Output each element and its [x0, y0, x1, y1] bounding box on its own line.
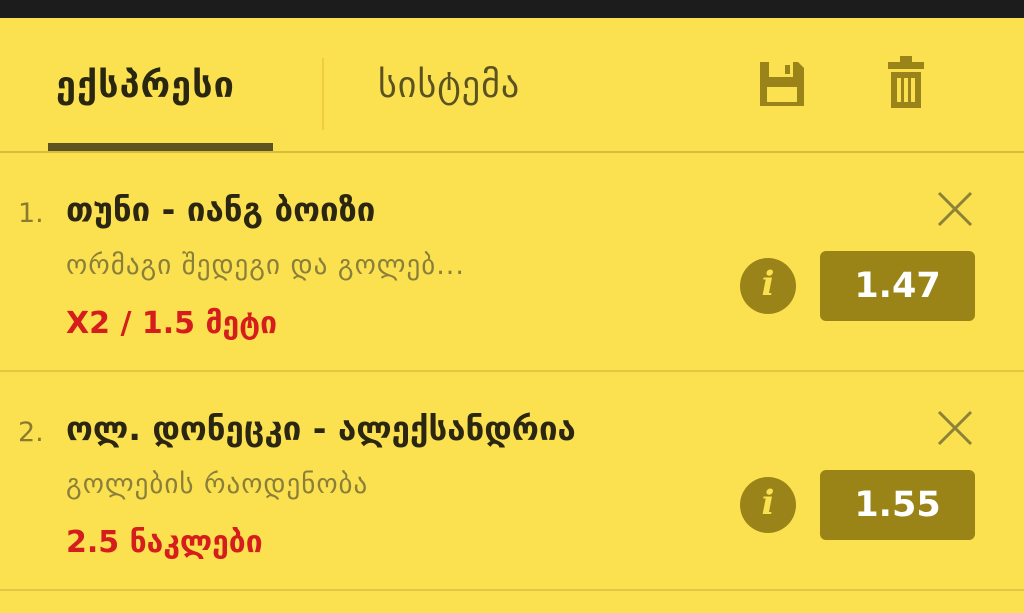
header-divider	[0, 151, 1024, 153]
odds-button[interactable]: 1.55	[820, 470, 975, 540]
trash-icon[interactable]	[888, 56, 924, 108]
bet-item: 2. ოლ. დონეცკი - ალექსანდრია გოლების რაო…	[0, 373, 1024, 591]
save-icon[interactable]	[758, 60, 806, 108]
close-icon[interactable]	[934, 407, 976, 449]
info-glyph: i	[761, 264, 775, 304]
odds-button[interactable]: 1.47	[820, 251, 975, 321]
info-icon[interactable]: i	[740, 477, 796, 533]
close-icon[interactable]	[934, 188, 976, 230]
item-divider	[0, 370, 1024, 372]
info-icon[interactable]: i	[740, 258, 796, 314]
match-name: თუნი - იანგ ბოიზი	[66, 190, 376, 229]
tab-divider	[322, 58, 324, 130]
market-name: გოლების რაოდენობა	[66, 469, 369, 500]
betslip-header: ექსპრესი სისტემა	[0, 18, 1024, 153]
info-glyph: i	[761, 483, 775, 523]
selection-name: 2.5 ნაკლები	[66, 525, 263, 560]
selection-name: X2 / 1.5 მეტი	[66, 306, 278, 341]
match-name: ოლ. დონეცკი - ალექსანდრია	[66, 409, 576, 448]
bet-item: 1. თუნი - იანგ ბოიზი ორმაგი შედეგი და გო…	[0, 154, 1024, 372]
status-bar	[0, 0, 1024, 18]
market-name: ორმაგი შედეგი და გოლებ...	[66, 250, 465, 281]
tab-express[interactable]: ექსპრესი	[56, 64, 235, 108]
tab-system[interactable]: სისტემა	[378, 64, 520, 108]
bet-number: 2.	[18, 417, 44, 448]
bet-number: 1.	[18, 198, 44, 229]
list-continuation	[0, 591, 1024, 613]
